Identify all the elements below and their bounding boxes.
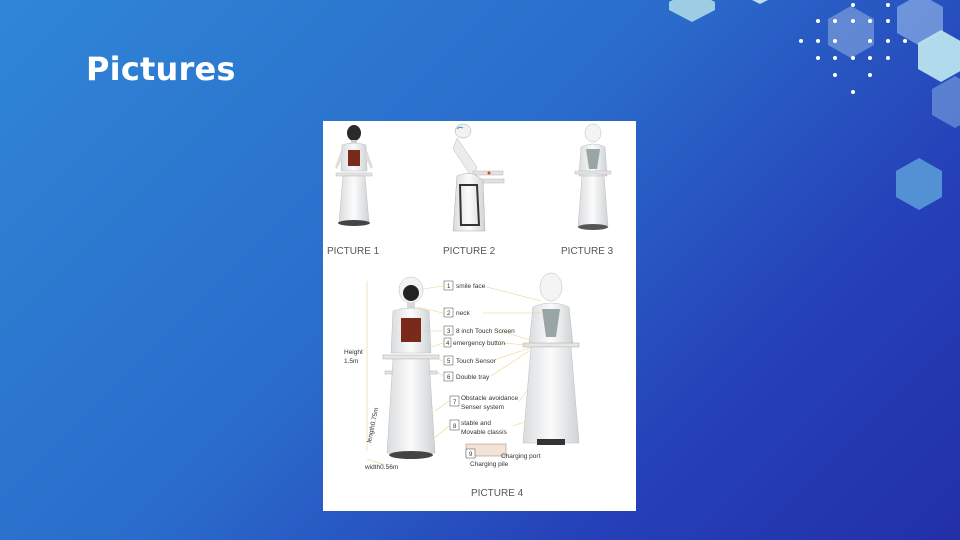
callout-charging-port: Charging port bbox=[501, 453, 541, 460]
caption-picture-4: PICTURE 4 bbox=[471, 488, 524, 499]
callout-movable-classis: Movable classis bbox=[461, 429, 508, 436]
callout-obstacle-avoidance: Obstacle avoidance bbox=[461, 395, 518, 402]
callout-touch-sensor: Touch Sensor bbox=[456, 358, 497, 365]
dimension-width: width0.56m bbox=[364, 464, 398, 471]
robot-labeled-front bbox=[383, 277, 439, 459]
dimension-height-value: 1.5m bbox=[344, 358, 358, 365]
robot-illustration: PICTURE 1 PICTURE 2 PICTURE 3 bbox=[323, 121, 636, 511]
callout-senser-system: Senser system bbox=[461, 404, 504, 411]
caption-picture-3: PICTURE 3 bbox=[561, 246, 614, 257]
callout-smile-face: smile face bbox=[456, 283, 486, 290]
robot-back-view bbox=[575, 124, 611, 230]
callout-emergency-button: emergency button bbox=[453, 340, 505, 347]
slide-title: Pictures bbox=[86, 50, 236, 88]
caption-picture-2: PICTURE 2 bbox=[443, 246, 496, 257]
robot-front-view bbox=[335, 125, 373, 226]
callout-charging-pile: Charging pile bbox=[470, 461, 509, 468]
robot-side-view bbox=[453, 124, 504, 231]
callout-touch-screen: 8 inch Touch Screen bbox=[456, 328, 515, 335]
dimension-length: length0.75m bbox=[366, 407, 380, 443]
dimension-height-label: Height bbox=[344, 349, 363, 356]
callout-neck: neck bbox=[456, 310, 470, 317]
robot-pictures-figure: PICTURE 1 PICTURE 2 PICTURE 3 bbox=[323, 121, 636, 511]
callout-double-tray: Double tray bbox=[456, 374, 490, 381]
callout-stable-and: stable and bbox=[461, 420, 491, 427]
caption-picture-1: PICTURE 1 bbox=[327, 246, 380, 257]
